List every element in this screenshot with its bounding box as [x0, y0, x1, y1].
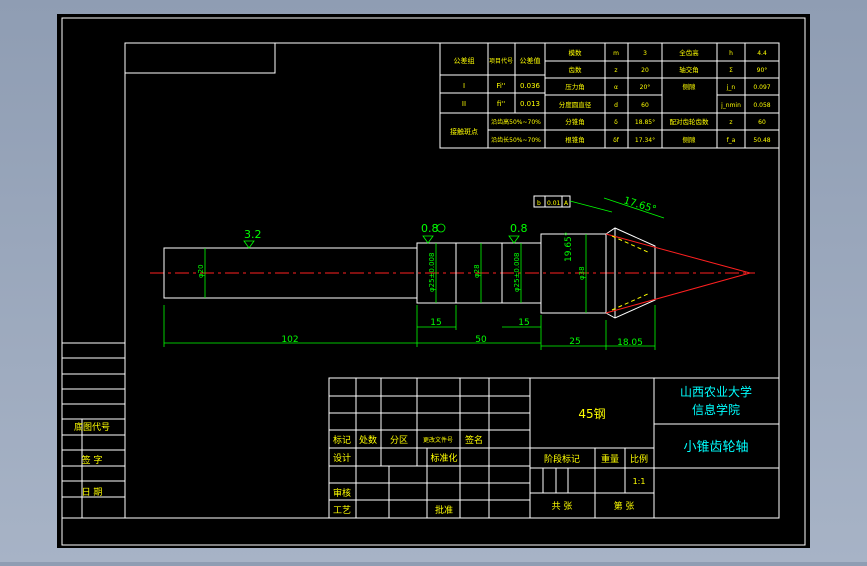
col2-r3-c0: 分度圆直径 — [559, 100, 592, 109]
col3-r3-c1: j_nmin — [720, 102, 741, 109]
col3-r0-c2: 4.4 — [757, 50, 767, 57]
tb-scale: 比例 — [630, 453, 648, 465]
col2-r2-c2: 20° — [640, 84, 651, 91]
tb-standardize: 标准化 — [430, 452, 457, 464]
tb-mark: 标记 — [333, 434, 351, 446]
row1-value: 0.036 — [520, 82, 541, 90]
tb-school-1: 山西农业大学 — [680, 384, 752, 399]
row1-code: Fi'' — [496, 82, 505, 90]
tol-value: 0.01 — [547, 200, 561, 207]
col2-r5-c2: 17.34° — [635, 137, 655, 144]
col3-r4-c0: 配对齿轮齿数 — [670, 117, 710, 126]
tb-review: 审核 — [333, 487, 351, 499]
tb-sheets: 共 张 — [552, 501, 573, 512]
col3-r5-c2: 50.48 — [753, 137, 770, 144]
dim-15-a: 15 — [430, 318, 441, 328]
col3-r0-c0: 全齿高 — [679, 48, 699, 57]
row2-value: 0.013 — [520, 100, 540, 108]
tb-process: 工艺 — [333, 505, 351, 516]
contact-value-2: 沿齿长50%~70% — [491, 136, 541, 144]
col3-r2-c2: 0.097 — [753, 84, 770, 91]
col3-r1-c0: 轴交角 — [679, 65, 699, 74]
contact-label: 接触斑点 — [450, 127, 478, 136]
dim-18-05: 18.05 — [617, 338, 643, 348]
col3-r1-c2: 90° — [757, 67, 768, 74]
dim-25: 25 — [569, 337, 580, 347]
row1-group: I — [463, 82, 465, 90]
col3-r4-c1: z — [729, 119, 732, 126]
roughness-0-8-a: 0.8 — [421, 222, 439, 235]
strip-date: 日 期 — [82, 487, 103, 498]
col2-r1-c2: 20 — [641, 67, 649, 74]
tb-approve: 批准 — [435, 504, 453, 516]
tb-change-doc: 更改文件号 — [423, 436, 453, 444]
col3-r4-c2: 60 — [758, 119, 766, 126]
col2-r3-c1: d — [614, 102, 618, 109]
dim-50: 50 — [475, 335, 487, 345]
tb-signature: 签名 — [465, 434, 483, 446]
col2-r4-c2: 18.85° — [635, 119, 655, 126]
tb-school-2: 信息学院 — [692, 402, 740, 417]
roughness-3-2: 3.2 — [244, 228, 262, 241]
dim-15-b: 15 — [518, 318, 529, 328]
dim-dia-left: φ20 — [197, 264, 205, 278]
col3-r5-c1: f_a — [727, 137, 736, 144]
dim-dia-mid3: φ25±0.008 — [513, 253, 521, 292]
col2-r5-c1: δf — [613, 137, 620, 144]
dim-dia-mid2: φ28 — [473, 264, 481, 278]
col2-r2-c0: 压力角 — [565, 82, 585, 91]
hdr-value: 公差值 — [520, 56, 541, 65]
col2-r0-c2: 3 — [643, 50, 647, 57]
tb-zone: 分区 — [390, 435, 408, 446]
dim-dia-mid1: φ25±0.008 — [428, 253, 436, 292]
row2-code: fi'' — [497, 100, 505, 108]
dim-102: 102 — [281, 335, 298, 345]
col2-r4-c0: 分锥角 — [565, 117, 585, 126]
tb-material: 45钢 — [578, 407, 605, 421]
row2-group: II — [462, 100, 466, 108]
roughness-0-8-b: 0.8 — [510, 222, 528, 235]
col3-r5-c0: 侧隙 — [683, 135, 697, 144]
col2-r1-c0: 齿数 — [569, 65, 583, 74]
col2-r4-c1: δ — [614, 119, 618, 126]
strip-signature: 签 字 — [82, 454, 103, 466]
col3-r3-c2: 0.058 — [753, 102, 770, 109]
tb-weight: 重量 — [601, 453, 619, 465]
col3-r1-c1: Σ — [729, 67, 733, 74]
tb-count: 处数 — [359, 434, 377, 446]
strip-base-code: 底图代号 — [74, 421, 110, 433]
col2-r3-c2: 60 — [641, 102, 649, 109]
cad-viewport[interactable]: 公差组 项目代号 公差值 I Fi'' 0.036 II fi'' 0.013 … — [0, 0, 867, 562]
dim-angle-2: 19.65° — [564, 232, 574, 262]
col2-r5-c0: 根锥角 — [565, 135, 585, 144]
col2-r0-c1: m — [613, 50, 619, 57]
tol-symbol: b — [537, 200, 541, 207]
col2-r1-c1: z — [614, 67, 617, 74]
tb-sheet-no: 第 张 — [614, 500, 635, 512]
contact-value-1: 沿齿高50%~70% — [491, 118, 541, 126]
col3-r2-c0: 侧隙 — [683, 82, 697, 91]
dim-dia-right: φ38 — [578, 266, 586, 280]
hdr-code: 项目代号 — [489, 57, 513, 65]
tb-design: 设计 — [333, 452, 351, 464]
hdr-group: 公差组 — [454, 56, 475, 65]
col2-r2-c1: α — [614, 84, 618, 91]
col3-r2-c1: j_n — [726, 84, 736, 91]
tb-part-name: 小锥齿轮轴 — [683, 440, 748, 455]
tb-stage-mark: 阶段标记 — [544, 453, 580, 465]
col2-r0-c0: 模数 — [569, 48, 583, 57]
col3-r0-c1: h — [729, 50, 733, 57]
tb-scale-value: 1:1 — [633, 477, 646, 486]
